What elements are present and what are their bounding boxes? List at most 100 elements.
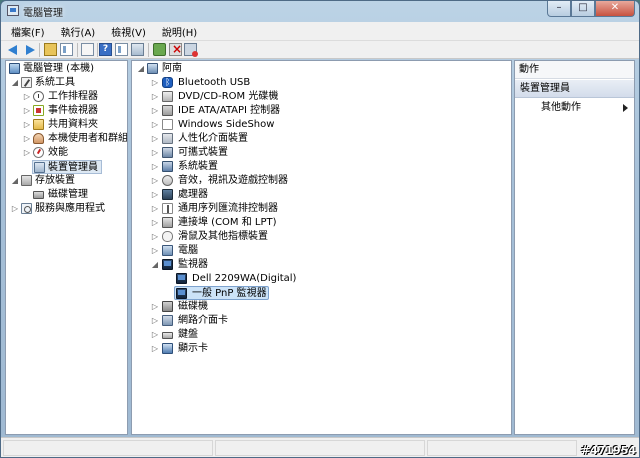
- navigation-pane: 電腦管理 (本機) ◢ 系統工具 ▷ 工作排程器 ▷ 事件檢視器 ▷ 共用資料夾…: [5, 60, 128, 435]
- device-category[interactable]: ▷ IDE ATA/ATAPI 控制器: [132, 104, 511, 118]
- menu-help[interactable]: 說明(H): [162, 24, 197, 39]
- minimize-button[interactable]: –: [547, 1, 571, 17]
- expander-icon[interactable]: ◢: [136, 62, 146, 76]
- menu-view[interactable]: 檢視(V): [111, 24, 146, 39]
- expander-icon[interactable]: ▷: [150, 188, 160, 202]
- expander-icon[interactable]: ▷: [22, 118, 32, 132]
- expander-icon[interactable]: ▷: [22, 90, 32, 104]
- tree-label: 一般 PnP 監視器: [192, 288, 267, 299]
- device-category[interactable]: ▷ 處理器: [132, 188, 511, 202]
- expander-icon[interactable]: ▷: [150, 118, 160, 132]
- expander-icon[interactable]: ◢: [10, 76, 20, 90]
- expander-icon[interactable]: ▷: [150, 160, 160, 174]
- tree-item-device-manager[interactable]: 裝置管理員: [32, 160, 102, 174]
- expander-icon[interactable]: ▷: [150, 202, 160, 216]
- expander-icon[interactable]: ▷: [150, 132, 160, 146]
- tree-label: 鍵盤: [178, 329, 198, 340]
- tree-label: 事件檢視器: [48, 105, 98, 116]
- expander-icon[interactable]: ▷: [22, 146, 32, 160]
- device-category[interactable]: ▷ 通用序列匯流排控制器: [132, 202, 511, 216]
- device-category[interactable]: ▷ DVD/CD-ROM 光碟機: [132, 90, 511, 104]
- forward-icon[interactable]: [23, 43, 36, 56]
- close-button[interactable]: ✕: [595, 1, 635, 17]
- update-driver-icon[interactable]: [153, 43, 166, 56]
- device-category[interactable]: ▷ 鍵盤: [132, 328, 511, 342]
- status-cell: [427, 440, 577, 456]
- tree-label: 音效，視訊及遊戲控制器: [178, 175, 288, 186]
- expander-icon[interactable]: ▷: [150, 300, 160, 314]
- device-category[interactable]: ▷ Windows SideShow: [132, 118, 511, 132]
- expander-icon[interactable]: ▷: [150, 230, 160, 244]
- caption-buttons: – □ ✕: [547, 1, 635, 17]
- expander-icon[interactable]: ▷: [150, 328, 160, 342]
- title-bar[interactable]: 電腦管理 – □ ✕: [1, 1, 639, 21]
- device-item-selected[interactable]: 一般 PnP 監視器: [174, 286, 269, 300]
- tree-item-storage[interactable]: ◢ 存放裝置: [6, 174, 127, 188]
- expander-icon[interactable]: ▷: [150, 76, 160, 90]
- sideshow-icon: [162, 119, 173, 130]
- status-cell: [215, 440, 425, 456]
- tree-item-shared-folders[interactable]: ▷ 共用資料夾: [6, 118, 127, 132]
- expander-icon[interactable]: ◢: [10, 174, 20, 188]
- view-icon[interactable]: [115, 43, 128, 56]
- expander-icon[interactable]: ▷: [150, 90, 160, 104]
- expander-icon[interactable]: ▷: [150, 104, 160, 118]
- device-category[interactable]: ▷ 電腦: [132, 244, 511, 258]
- tree-item-event-viewer[interactable]: ▷ 事件檢視器: [6, 104, 127, 118]
- floppy-icon: [162, 301, 173, 312]
- scan-hardware-icon[interactable]: [131, 43, 144, 56]
- maximize-button[interactable]: □: [571, 1, 595, 17]
- properties-icon[interactable]: [81, 43, 94, 56]
- expander-icon[interactable]: ▷: [150, 146, 160, 160]
- expander-icon[interactable]: ▷: [150, 342, 160, 356]
- toolbar-separator: [39, 43, 40, 57]
- expander-icon[interactable]: ▷: [150, 216, 160, 230]
- device-category[interactable]: ▷ 系統裝置: [132, 160, 511, 174]
- device-category[interactable]: ▷ 顯示卡: [132, 342, 511, 356]
- tree-item-computer-management[interactable]: 電腦管理 (本機): [6, 62, 127, 76]
- disable-device-icon[interactable]: [169, 42, 182, 56]
- device-item[interactable]: Dell 2209WA(Digital): [132, 272, 511, 286]
- tree-item-local-users-groups[interactable]: ▷ 本機使用者和群組: [6, 132, 127, 146]
- menu-file[interactable]: 檔案(F): [11, 24, 45, 39]
- tree-label: 系統裝置: [178, 161, 218, 172]
- monitor-icon: [176, 288, 187, 299]
- device-category[interactable]: ▷ 滑鼠及其他指標裝置: [132, 230, 511, 244]
- disk-icon: [33, 191, 44, 199]
- device-category[interactable]: ▷ 連接埠 (COM 和 LPT): [132, 216, 511, 230]
- expander-icon[interactable]: ▷: [150, 314, 160, 328]
- tree-label: Windows SideShow: [178, 119, 275, 130]
- tree-label: 監視器: [178, 259, 208, 270]
- menu-action[interactable]: 執行(A): [61, 24, 96, 39]
- more-actions-item[interactable]: 其他動作: [541, 101, 581, 115]
- up-icon[interactable]: [44, 43, 57, 56]
- device-category[interactable]: ▷ Bluetooth USB: [132, 76, 511, 90]
- help-icon[interactable]: ?: [99, 43, 112, 56]
- uninstall-device-icon[interactable]: [184, 43, 198, 57]
- back-icon[interactable]: [7, 43, 20, 56]
- tree-label: 磁碟機: [178, 301, 208, 312]
- expander-icon[interactable]: ◢: [150, 258, 160, 272]
- keyboard-icon: [162, 332, 173, 339]
- tree-item-task-scheduler[interactable]: ▷ 工作排程器: [6, 90, 127, 104]
- expander-icon[interactable]: ▷: [150, 244, 160, 258]
- expander-icon[interactable]: ▷: [22, 132, 32, 146]
- device-category[interactable]: ▷ 音效，視訊及遊戲控制器: [132, 174, 511, 188]
- actions-section-device-manager[interactable]: 裝置管理員: [515, 80, 634, 98]
- device-tree-pane: ◢ 阿南 ▷ Bluetooth USB ▷ DVD/CD-ROM 光碟機 ▷ …: [131, 60, 512, 435]
- show-hide-tree-icon[interactable]: [60, 43, 73, 56]
- expander-icon[interactable]: ▷: [150, 174, 160, 188]
- device-category[interactable]: ▷ 磁碟機: [132, 300, 511, 314]
- tree-item-system-tools[interactable]: ◢ 系統工具: [6, 76, 127, 90]
- device-category[interactable]: ▷ 網路介面卡: [132, 314, 511, 328]
- tree-item-disk-management[interactable]: 磁碟管理: [6, 188, 127, 202]
- device-tree-root[interactable]: ◢ 阿南: [132, 62, 511, 76]
- tree-label: Dell 2209WA(Digital): [192, 273, 297, 284]
- device-category[interactable]: ▷ 可攜式裝置: [132, 146, 511, 160]
- expander-icon[interactable]: ▷: [22, 104, 32, 118]
- expander-icon[interactable]: ▷: [10, 202, 20, 216]
- device-category[interactable]: ▷ 人性化介面裝置: [132, 132, 511, 146]
- tree-item-services-applications[interactable]: ▷ 服務與應用程式: [6, 202, 127, 216]
- tree-item-performance[interactable]: ▷ 效能: [6, 146, 127, 160]
- device-category-monitors[interactable]: ◢ 監視器: [132, 258, 511, 272]
